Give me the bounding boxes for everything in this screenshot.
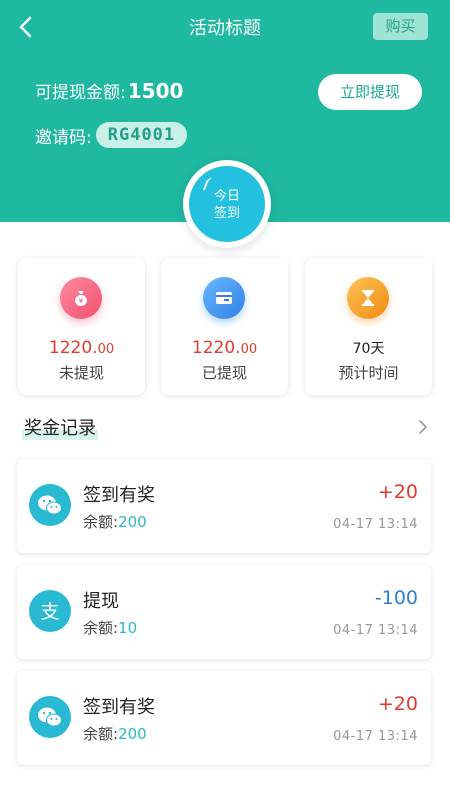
unwithdrawn-value: 1220.00	[48, 338, 115, 358]
invite-label: 邀请码:	[35, 127, 92, 148]
withdrawable-amount: 可提现金额: 1500	[35, 78, 183, 103]
record-item[interactable]: 签到有奖 余额:200 +20 04-17 13:14	[17, 671, 431, 765]
record-item[interactable]: 支 提现 余额:10 -100 04-17 13:14	[17, 565, 431, 659]
amount-label: 可提现金额:	[35, 83, 126, 103]
record-amount: -100	[374, 587, 418, 609]
card-icon	[203, 277, 245, 319]
withdrawn-value: 1220.00	[191, 338, 258, 358]
stat-card-estimated-time[interactable]: 70天 预计时间	[305, 258, 432, 395]
wechat-icon	[29, 484, 71, 526]
record-amount: +20	[377, 693, 418, 715]
record-amount: +20	[377, 481, 418, 503]
estimated-time-value: 70天	[352, 341, 385, 357]
invite-code[interactable]: RG4001	[95, 122, 188, 148]
chevron-right-icon[interactable]	[416, 417, 430, 437]
unwithdrawn-label: 未提现	[58, 364, 104, 382]
bonus-records-title: 奖金记录	[22, 414, 98, 440]
stat-card-withdrawn[interactable]: 1220.00 已提现	[161, 258, 288, 395]
stat-card-unwithdrawn[interactable]: ¥ 1220.00 未提现	[18, 258, 145, 395]
record-balance: 余额:10	[83, 619, 138, 637]
record-title: 签到有奖	[83, 697, 155, 718]
checkin-line2: 签到	[213, 206, 240, 221]
wechat-icon	[29, 696, 71, 738]
buy-button[interactable]: 购买	[373, 13, 428, 40]
svg-text:¥: ¥	[79, 297, 84, 305]
record-item[interactable]: 签到有奖 余额:200 +20 04-17 13:14	[17, 459, 431, 553]
withdrawn-label: 已提现	[201, 364, 247, 382]
svg-text:支: 支	[40, 601, 59, 623]
money-bag-icon: ¥	[60, 277, 102, 319]
record-balance: 余额:200	[83, 725, 147, 743]
record-balance: 余额:200	[83, 513, 147, 531]
checkin-line1: 今日	[213, 189, 240, 204]
withdraw-now-button[interactable]: 立即提现	[318, 74, 422, 110]
checkin-button[interactable]: 今日 签到	[183, 160, 271, 248]
record-time: 04-17 13:14	[333, 729, 418, 744]
record-time: 04-17 13:14	[333, 623, 418, 638]
alipay-icon: 支	[29, 590, 71, 632]
estimated-time-label: 预计时间	[338, 364, 399, 382]
record-title: 签到有奖	[83, 485, 155, 506]
amount-value: 1500	[127, 79, 184, 103]
record-title: 提现	[83, 591, 119, 612]
record-time: 04-17 13:14	[333, 517, 418, 532]
checkin-circle[interactable]: 今日 签到	[189, 166, 265, 242]
invite-code-row: 邀请码: RG4001	[35, 122, 188, 148]
hourglass-icon	[347, 277, 389, 319]
